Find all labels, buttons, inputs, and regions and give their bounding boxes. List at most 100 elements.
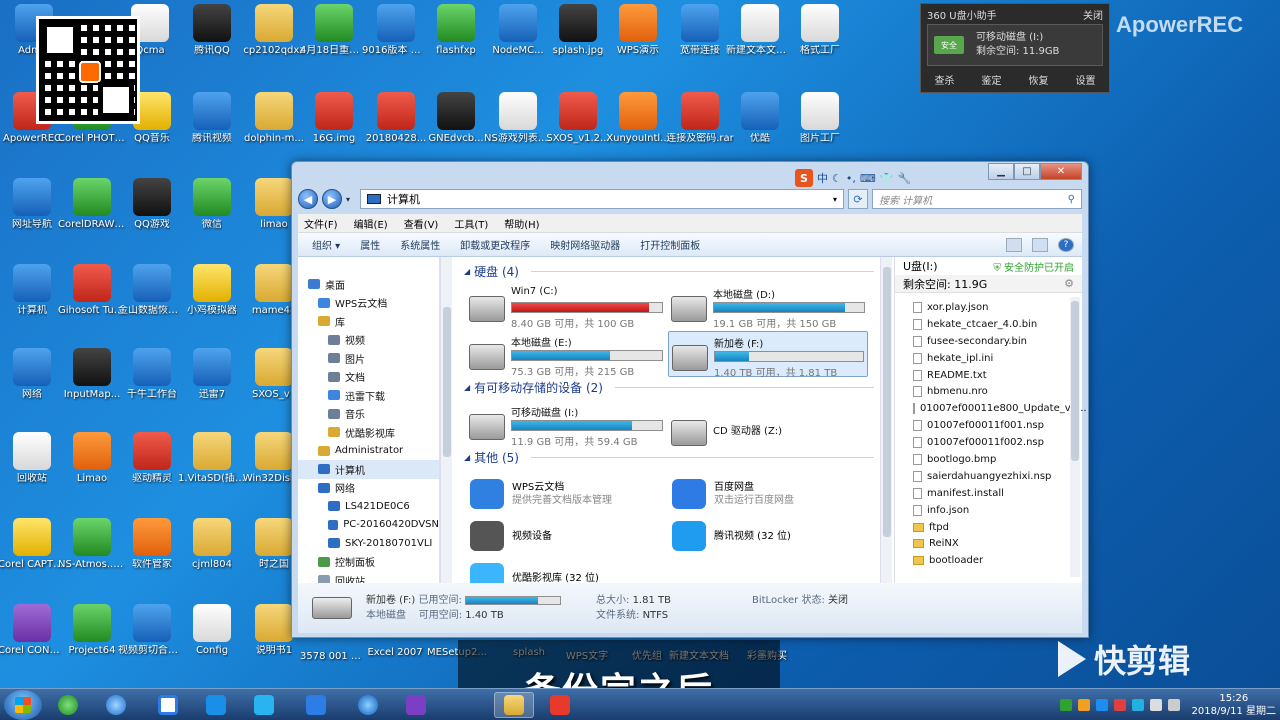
address-bar[interactable]: 计算机 ▾ xyxy=(360,189,844,209)
nav-item-5[interactable]: 文档 xyxy=(298,368,439,387)
desktop-icon-43[interactable]: Limao xyxy=(60,432,124,502)
search-input[interactable]: 搜索 计算机 ⚲ xyxy=(872,189,1082,209)
search-icon[interactable]: ⚲ xyxy=(1068,194,1075,205)
tray-icon-5[interactable] xyxy=(1131,699,1144,711)
desktop-icon-23[interactable]: XunyouIntl... xyxy=(606,92,670,162)
view-options-icon[interactable] xyxy=(1006,237,1022,252)
maximize-button[interactable]: □ xyxy=(1014,163,1040,180)
desktop-icon-50[interactable]: cjml804 xyxy=(180,518,244,588)
preview-file-item[interactable]: ftpd xyxy=(913,519,1082,536)
preview-file-item[interactable]: 01007ef00011e800_Update_v7... xyxy=(913,400,1087,417)
map-network-drive-button[interactable]: 映射网络驱动器 xyxy=(550,237,620,252)
drive-3[interactable]: 新加卷 (F:) 1.40 TB 可用，共 1.81 TB xyxy=(668,331,868,379)
desktop-icon-3[interactable]: cp2102qdxz xyxy=(242,4,306,74)
nav-item-10[interactable]: 计算机 xyxy=(298,460,439,479)
start-button[interactable] xyxy=(4,690,42,720)
helper-action-restore[interactable]: 恢复 xyxy=(1029,72,1049,87)
nav-item-3[interactable]: 视频 xyxy=(298,331,439,350)
desktop-icon-17[interactable]: dolphin-m... xyxy=(242,92,306,162)
wrench-icon[interactable]: 🔧 xyxy=(897,172,911,185)
preview-pane-icon[interactable] xyxy=(1032,237,1048,252)
desktop-icon-21[interactable]: NS游戏列表.txt xyxy=(484,92,552,162)
desktop-icon-19[interactable]: 20180428... xyxy=(364,92,428,162)
helper-action-verify[interactable]: 鉴定 xyxy=(982,72,1002,87)
desktop-icon-38[interactable]: InputMap... xyxy=(60,348,124,418)
preview-file-item[interactable]: xor.play.json xyxy=(913,299,1082,316)
preview-file-item[interactable]: ReiNX xyxy=(913,535,1082,552)
moon-icon[interactable]: ☾ xyxy=(832,172,842,185)
desktop-icon-5[interactable]: 9016版本 国件刷机教... xyxy=(362,4,430,74)
taskbar-kuaijianji[interactable] xyxy=(296,692,336,718)
helper-action-scan[interactable]: 查杀 xyxy=(935,72,955,87)
nav-item-6[interactable]: 迅雷下载 xyxy=(298,386,439,405)
desktop-icon-42[interactable]: 回收站 xyxy=(0,432,64,502)
preview-file-item[interactable]: README.txt xyxy=(913,367,1082,384)
network-tray-icon[interactable] xyxy=(1149,699,1162,711)
helper-action-settings[interactable]: 设置 xyxy=(1076,72,1096,87)
menu-tools[interactable]: 工具(T) xyxy=(454,216,488,231)
taskbar-360-browser[interactable] xyxy=(48,692,88,718)
refresh-icon[interactable]: ⟳ xyxy=(848,189,868,209)
desktop-icon-7[interactable]: NodeMC... xyxy=(486,4,550,74)
taskbar-edge[interactable] xyxy=(348,692,388,718)
desktop-icon-54[interactable]: 视频剪切合并器 xyxy=(118,604,186,674)
menu-view[interactable]: 查看(V) xyxy=(404,216,439,231)
desktop-icon-12[interactable]: 格式工厂 xyxy=(788,4,852,74)
minimize-button[interactable]: ▁ xyxy=(988,163,1014,180)
other-item-2[interactable]: 视频设备 xyxy=(470,521,552,551)
close-button[interactable]: ✕ xyxy=(1040,163,1082,180)
other-item-3[interactable]: 腾讯视频 (32 位) xyxy=(672,521,791,551)
desktop-icon-40[interactable]: 迅雷7 xyxy=(180,348,244,418)
file-list-scrollbar[interactable] xyxy=(880,257,892,583)
desktop-icon-27[interactable]: 网址导航 xyxy=(0,178,64,248)
desktop-icon-22[interactable]: SXOS_v1.2... xyxy=(546,92,610,162)
system-properties-button[interactable]: 系统属性 xyxy=(400,237,440,252)
volume-icon[interactable] xyxy=(1167,699,1180,711)
desktop-icon-47[interactable]: Corel CAPTU... xyxy=(0,518,66,588)
organize-button[interactable]: 组织 ▾ xyxy=(312,237,340,252)
menu-help[interactable]: 帮助(H) xyxy=(504,216,539,231)
desktop-icon-18[interactable]: 16G.img xyxy=(302,92,366,162)
other-item-0[interactable]: WPS云文档 提供完善文档版本管理 xyxy=(470,479,612,509)
preview-file-item[interactable]: hekate_ctcaer_4.0.bin xyxy=(913,316,1082,333)
group-hard-drives[interactable]: ◢ 硬盘 (4) xyxy=(464,263,874,280)
desktop-icon-32[interactable]: 计算机 xyxy=(0,264,64,334)
desktop-icon-53[interactable]: Project64 xyxy=(60,604,124,674)
desktop-icon-16[interactable]: 腾讯视频 xyxy=(180,92,244,162)
drive-4[interactable]: 可移动磁盘 (I:) 11.9 GB 可用，共 59.4 GB xyxy=(466,401,666,448)
uninstall-program-button[interactable]: 卸载或更改程序 xyxy=(460,237,530,252)
help-icon[interactable]: ? xyxy=(1058,237,1074,252)
keyboard-icon[interactable]: ⌨ xyxy=(860,172,876,185)
desktop-icon-48[interactable]: NS-Atmos... Program... xyxy=(58,518,126,588)
preview-file-item[interactable]: hekate_ipl.ini xyxy=(913,350,1082,367)
desktop-icon-35[interactable]: 小鸡模拟器 xyxy=(180,264,244,334)
desktop-icon-55[interactable]: Config xyxy=(180,604,244,674)
nav-item-9[interactable]: Administrator xyxy=(298,442,439,461)
properties-button[interactable]: 属性 xyxy=(360,237,380,252)
desktop-icon-33[interactable]: Gihosoft TubeGet xyxy=(58,264,126,334)
address-dropdown-icon[interactable]: ▾ xyxy=(833,195,837,204)
nav-item-15[interactable]: 控制面板 xyxy=(298,553,439,572)
desktop-icon-28[interactable]: CorelDRAW 2017 (64-... xyxy=(58,178,126,248)
desktop-icon-label[interactable]: 3578 001 精图王.jpg xyxy=(300,647,362,662)
desktop-icon-52[interactable]: Corel CONNE... xyxy=(0,604,66,674)
desktop-icon-44[interactable]: 驱动精灵 xyxy=(120,432,184,502)
desktop-icon-11[interactable]: 新建文本文档.txt xyxy=(726,4,794,74)
desktop-icon-45[interactable]: 1.VitaSD(插卡直装) xyxy=(178,432,246,502)
preview-file-item[interactable]: fusee-secondary.bin xyxy=(913,333,1082,350)
gear-icon[interactable]: ⚙ xyxy=(1064,277,1074,290)
tray-icon-3[interactable] xyxy=(1095,699,1108,711)
tray-icon-4[interactable] xyxy=(1113,699,1126,711)
desktop-icon-34[interactable]: 金山数据恢复大师 xyxy=(118,264,186,334)
nav-item-1[interactable]: WPS云文档 xyxy=(298,294,439,313)
ime-mode-chinese[interactable]: 中 xyxy=(817,170,828,186)
desktop-icon-4[interactable]: 4月18日重庆销售价格表... xyxy=(300,4,368,74)
desktop-icon-37[interactable]: 网络 xyxy=(0,348,64,418)
taskbar-apowerrec[interactable] xyxy=(540,692,580,718)
preview-scrollbar[interactable] xyxy=(1070,297,1080,577)
nav-item-11[interactable]: 网络 xyxy=(298,479,439,498)
helper-close-button[interactable]: 关闭 xyxy=(1083,7,1103,22)
preview-file-item[interactable]: 01007ef00011f001.nsp xyxy=(913,417,1082,434)
back-button[interactable]: ◀ xyxy=(298,189,318,209)
helper-device[interactable]: 安全 可移动磁盘 (I:) 剩余空间: 11.9GB xyxy=(927,24,1103,66)
